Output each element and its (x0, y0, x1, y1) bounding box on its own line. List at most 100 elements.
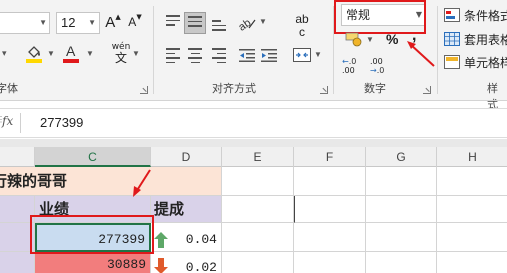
up-arrow-icon (154, 232, 168, 248)
merge-dropdown[interactable]: ▼ (314, 50, 322, 59)
cell-g-row1[interactable] (366, 223, 437, 252)
sales-value: 30889 (106, 257, 146, 272)
orientation-dropdown[interactable]: ▼ (259, 17, 267, 26)
increase-indent-icon (261, 49, 277, 62)
column-header-h[interactable]: H (437, 147, 507, 167)
alignment-group-launcher-icon[interactable] (320, 86, 328, 94)
cell-b-row2[interactable] (0, 252, 35, 273)
text-orientation-icon: ab (237, 17, 256, 32)
cell-f-row2[interactable] (294, 252, 366, 273)
paint-bucket-icon (26, 46, 42, 63)
font-size-combo[interactable]: 12 ▼ (56, 12, 100, 34)
ribbon-border (0, 100, 507, 101)
commission-header-label: 提成 (154, 200, 185, 218)
bottom-align-icon (212, 20, 226, 34)
font-color-icon: A (63, 43, 79, 63)
increase-decimal-button[interactable]: ←.0 .00 (342, 54, 364, 78)
cell-g-title-row[interactable] (366, 167, 437, 196)
percent-style-button[interactable]: % (386, 31, 398, 47)
formula-input[interactable]: 277399 (40, 115, 83, 130)
decrease-indent-button[interactable] (236, 44, 258, 66)
conditional-format-button[interactable]: 条件格式 (444, 6, 507, 24)
top-align-button[interactable] (162, 12, 184, 34)
down-caret-icon: ▼ (136, 13, 142, 21)
commission-value: 0.04 (185, 232, 217, 247)
cell-styles-icon (444, 55, 460, 69)
format-as-table-button[interactable]: 套用表格 (444, 30, 507, 48)
highlight-box-selected-cell (30, 215, 154, 254)
column-header-d[interactable]: D (151, 147, 222, 167)
svg-text:A: A (66, 43, 76, 59)
alignment-group-label: 对齐方式 (212, 82, 256, 95)
font-name-combo-edge[interactable]: ▼ (0, 12, 50, 34)
accounting-format-button[interactable] (344, 30, 364, 48)
cell-e-header-row[interactable] (222, 196, 294, 223)
font-group-launcher-icon[interactable] (140, 86, 148, 94)
grow-font-button[interactable]: A ▲ (104, 12, 122, 32)
commission-header-cell[interactable]: 提成 (151, 196, 222, 223)
column-header-e[interactable]: E (222, 147, 294, 167)
orientation-button[interactable]: ab (236, 12, 258, 34)
shrink-font-icon: A (128, 15, 137, 29)
title-cell[interactable]: 行辣的哥哥 (0, 167, 222, 196)
up-caret-icon: ▲ (115, 13, 121, 21)
accounting-dropdown[interactable]: ▼ (366, 35, 374, 44)
align-left-button[interactable] (162, 44, 184, 66)
annotation-arrow (133, 169, 151, 197)
align-right-button[interactable] (208, 44, 230, 66)
chevron-down-icon: ▼ (88, 18, 96, 27)
bottom-align-button[interactable] (208, 12, 230, 34)
cell-g-row2[interactable] (366, 252, 437, 273)
borders-dropdown[interactable]: ▾ (2, 48, 7, 59)
column-header-g[interactable]: G (366, 147, 437, 167)
cell-h-header-row[interactable] (437, 196, 507, 223)
merge-cells-icon (293, 48, 311, 62)
align-left-icon (166, 48, 180, 66)
column-header-b-partial[interactable] (0, 147, 35, 167)
ribbon: 12 ▼ ▼ A ▲ A ▼ ▾ ▼ A ▼ wén 文 ▼ 字体 ab ▼ a… (0, 0, 507, 111)
cell-styles-button[interactable]: 单元格样 (444, 53, 507, 71)
cell-f-header-row[interactable] (294, 196, 366, 223)
wrap-text-button[interactable]: ab c (290, 10, 314, 40)
decrease-decimal-icon: →.0 (370, 66, 385, 75)
number-group-launcher-icon[interactable] (423, 86, 431, 94)
cell-h-row1[interactable] (437, 223, 507, 252)
sales-cell-row2[interactable]: 30889 (35, 252, 151, 273)
font-color-dropdown[interactable]: ▼ (86, 49, 94, 58)
decrease-indent-icon (239, 49, 255, 62)
align-center-button[interactable] (184, 44, 206, 66)
shrink-font-button[interactable]: A ▼ (126, 12, 144, 32)
cell-f-row1[interactable] (294, 223, 366, 252)
fill-color-button[interactable] (22, 42, 46, 64)
column-header-c[interactable]: C (35, 147, 151, 167)
phonetic-guide-button[interactable]: wén 文 (110, 42, 132, 66)
middle-align-icon (188, 16, 202, 30)
font-color-button[interactable]: A (60, 42, 82, 64)
cell-e-row1[interactable] (222, 223, 294, 252)
cell-g-header-row[interactable] (366, 196, 437, 223)
conditional-format-icon (444, 8, 460, 22)
cell-h-row2[interactable] (437, 252, 507, 273)
column-header-f[interactable]: F (294, 147, 366, 167)
fill-color-dropdown[interactable]: ▼ (47, 49, 55, 58)
cell-e-title-row[interactable] (222, 167, 294, 196)
decrease-decimal-label: .00 (370, 57, 383, 66)
merge-center-button[interactable] (290, 44, 314, 66)
font-group-label: 字体 (0, 82, 18, 95)
chevron-down-icon: ▼ (39, 18, 47, 27)
phonetic-dropdown[interactable]: ▼ (132, 49, 140, 58)
decrease-decimal-button[interactable]: .00 →.0 (370, 54, 392, 78)
table-format-icon (444, 32, 460, 46)
insert-function-button[interactable]: fx (2, 114, 13, 128)
align-center-icon (188, 48, 202, 66)
increase-indent-button[interactable] (258, 44, 280, 66)
cell-h-title-row[interactable] (437, 167, 507, 196)
cell-e-row2[interactable] (222, 252, 294, 273)
sheet-title: 行辣的哥哥 (0, 172, 68, 190)
align-right-icon (212, 48, 226, 66)
middle-align-button[interactable] (184, 12, 206, 34)
cell-f-title-row[interactable] (294, 167, 366, 196)
grid-gap (0, 139, 507, 147)
increase-decimal-label: .00 (342, 66, 355, 75)
cell-styles-label: 单元格样 (464, 55, 507, 70)
